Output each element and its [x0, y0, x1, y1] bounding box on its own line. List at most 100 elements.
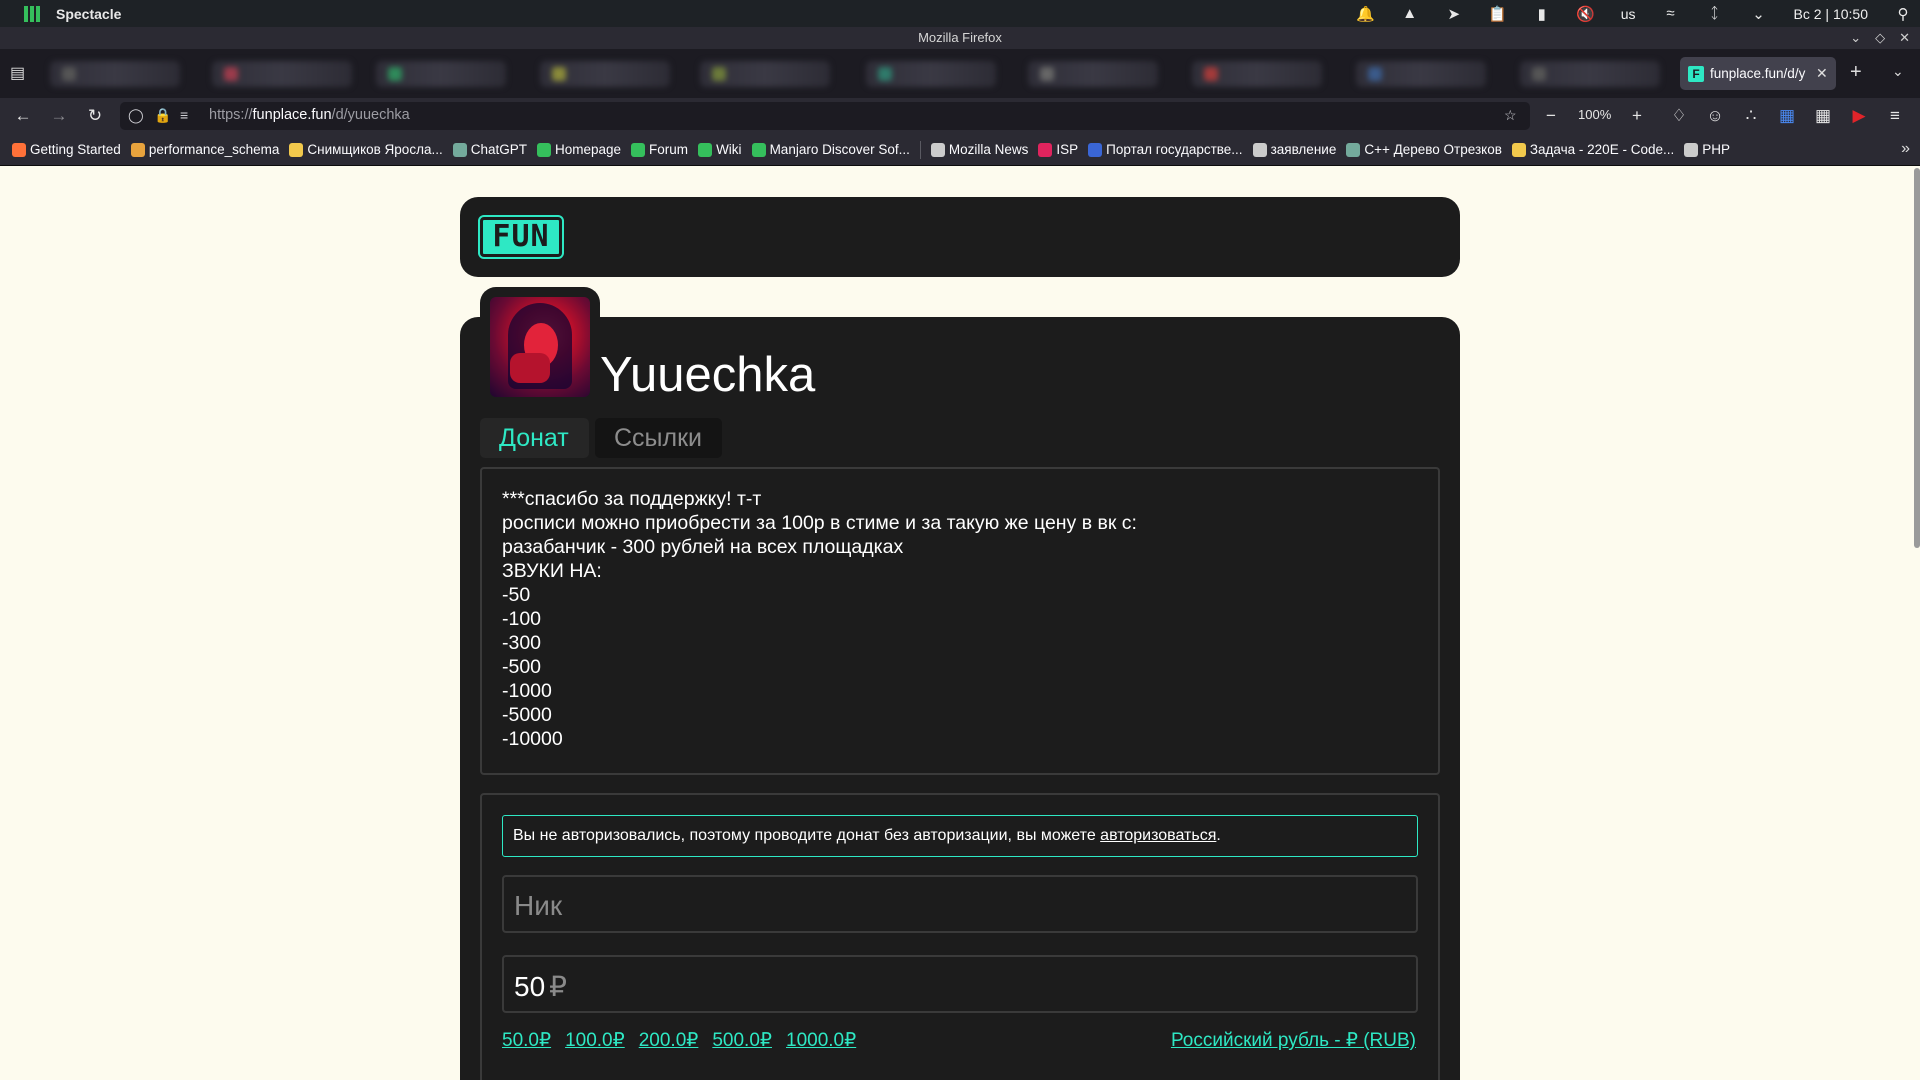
- wifi-icon[interactable]: ≈: [1662, 5, 1680, 23]
- bookmark-item[interactable]: Homepage: [537, 142, 621, 157]
- account-icon[interactable]: ☺: [1704, 105, 1726, 127]
- bookmark-item[interactable]: Getting Started: [12, 142, 121, 157]
- translate-icon[interactable]: ▦: [1776, 105, 1798, 127]
- firefox-view-icon[interactable]: ▤: [10, 63, 30, 83]
- fun-logo[interactable]: FUN: [478, 215, 564, 259]
- reload-icon[interactable]: ↻: [84, 105, 106, 127]
- blurred-tab[interactable]: [50, 61, 180, 87]
- blurred-tab[interactable]: [540, 61, 670, 87]
- keyboard-layout[interactable]: us: [1621, 6, 1636, 22]
- volume-muted-icon[interactable]: 🔇: [1576, 5, 1595, 23]
- list-tabs-icon[interactable]: ⌄: [1892, 63, 1904, 80]
- new-tab-icon[interactable]: +: [1850, 61, 1862, 84]
- window-title: Mozilla Firefox: [918, 30, 1002, 45]
- amount-preset-link[interactable]: 500.0₽: [712, 1029, 772, 1052]
- bookmark-item[interactable]: Forum: [631, 142, 688, 157]
- search-icon[interactable]: ⚲: [1894, 5, 1912, 23]
- blurred-tab[interactable]: [1520, 61, 1660, 87]
- close-tab-icon[interactable]: ✕: [1816, 65, 1828, 82]
- amount-preset-link[interactable]: 50.0₽: [502, 1029, 551, 1052]
- bookmark-item[interactable]: C++ Дерево Отрезков: [1346, 142, 1502, 157]
- extension-dots-icon[interactable]: ∴: [1740, 105, 1762, 127]
- bookmark-item[interactable]: Задача - 220E - Code...: [1511, 142, 1675, 157]
- bookmark-favicon-icon: [698, 142, 713, 157]
- bookmark-label: Wiki: [716, 142, 742, 157]
- notifications-icon[interactable]: 🔔: [1356, 5, 1375, 23]
- currency-selector[interactable]: Российский рубль - ₽ (RUB): [1171, 1029, 1416, 1052]
- bookmark-item[interactable]: PHP: [1684, 142, 1730, 157]
- blurred-tab[interactable]: [1028, 61, 1158, 87]
- extensions-puzzle-icon[interactable]: ▦: [1812, 105, 1834, 127]
- youtube-extension-icon[interactable]: ▶: [1848, 105, 1870, 127]
- forward-icon[interactable]: →: [48, 105, 70, 127]
- bookmark-label: Homepage: [555, 142, 622, 157]
- avatar-frame: [480, 287, 600, 407]
- zoom-out-icon[interactable]: −: [1540, 105, 1562, 127]
- tab-donate[interactable]: Донат: [480, 418, 589, 458]
- bookmark-item[interactable]: Портал государстве...: [1088, 142, 1243, 157]
- bookmark-label: Задача - 220E - Code...: [1529, 142, 1675, 157]
- menu-icon[interactable]: ≡: [1884, 105, 1906, 127]
- minimize-icon[interactable]: ⌄: [1850, 27, 1861, 49]
- bookmark-favicon-icon: [452, 142, 467, 157]
- update-icon[interactable]: ▲: [1401, 5, 1419, 23]
- bookmark-item[interactable]: Wiki: [698, 142, 742, 157]
- active-tab[interactable]: F funplace.fun/d/y ✕: [1680, 57, 1836, 90]
- maximize-icon[interactable]: ◇: [1875, 27, 1885, 49]
- url-text[interactable]: https://funplace.fun/d/yuuechka: [209, 107, 410, 123]
- blurred-tab[interactable]: [1356, 61, 1486, 87]
- amount-preset-link[interactable]: 1000.0₽: [786, 1029, 856, 1052]
- back-icon[interactable]: ←: [12, 105, 34, 127]
- auth-notice-text: Вы не авторизовались, поэтому проводите …: [513, 827, 1101, 844]
- zoom-in-icon[interactable]: +: [1626, 105, 1648, 127]
- login-link[interactable]: авторизоваться: [1100, 827, 1216, 844]
- page-scrollbar[interactable]: [1914, 168, 1920, 548]
- url-bar[interactable]: ◯ 🔒 ≡ https://funplace.fun/d/yuuechka ☆: [120, 102, 1530, 130]
- site-header: FUN: [460, 197, 1460, 277]
- bookmark-item[interactable]: заявление: [1252, 142, 1337, 157]
- blurred-tab[interactable]: [866, 61, 996, 87]
- bookmark-favicon-icon: [930, 142, 945, 157]
- bookmark-favicon-icon: [751, 142, 766, 157]
- tracking-shield-icon[interactable]: ◯: [128, 107, 144, 124]
- bookmark-item[interactable]: ISP: [1038, 142, 1078, 157]
- pocket-icon[interactable]: ♢: [1668, 105, 1690, 127]
- bookmarks-overflow-icon[interactable]: »: [1901, 140, 1910, 158]
- bookmark-item[interactable]: Mozilla News: [930, 142, 1028, 157]
- system-panel: Spectacle 🔔 ▲ ➤ 📋 ▮ 🔇 us ≈ ᛨ ⌄ Вс 2 | 10…: [0, 0, 1920, 27]
- blurred-tab[interactable]: [212, 61, 352, 87]
- permissions-icon[interactable]: ≡: [180, 107, 188, 123]
- tray-expand-icon[interactable]: ⌄: [1750, 5, 1768, 23]
- amount-input[interactable]: 50 ₽: [502, 955, 1418, 1013]
- bookmark-item[interactable]: Снимщиков Яросла...: [289, 142, 443, 157]
- bookmark-label: заявление: [1270, 142, 1337, 157]
- tab-links[interactable]: Ссылки: [595, 418, 722, 458]
- manjaro-logo-icon[interactable]: [24, 5, 40, 22]
- donation-description: ***спасибо за поддержку! т-т росписи можн…: [480, 467, 1440, 775]
- bookmark-label: performance_schema: [148, 142, 280, 157]
- blurred-tab[interactable]: [376, 61, 506, 87]
- bookmark-item[interactable]: performance_schema: [130, 142, 280, 157]
- battery-icon[interactable]: ▮: [1533, 5, 1551, 23]
- bookmark-item[interactable]: Manjaro Discover Sof...: [751, 142, 910, 157]
- bookmark-favicon-icon: [130, 142, 145, 157]
- telegram-icon[interactable]: ➤: [1445, 5, 1463, 23]
- bookmark-star-icon[interactable]: ☆: [1504, 107, 1517, 124]
- close-window-icon[interactable]: ✕: [1899, 27, 1910, 49]
- blurred-tab[interactable]: [1192, 61, 1322, 87]
- bookmark-item[interactable]: ChatGPT: [452, 142, 527, 157]
- amount-preset-link[interactable]: 100.0₽: [565, 1029, 625, 1052]
- zoom-level[interactable]: 100%: [1578, 107, 1611, 122]
- active-app[interactable]: Spectacle: [0, 5, 121, 22]
- clipboard-icon[interactable]: 📋: [1488, 5, 1507, 23]
- tab-strip: ▤ F funplace.fun/d/y ✕ + ⌄: [0, 49, 1920, 98]
- clock[interactable]: Вс 2 | 10:50: [1794, 6, 1868, 22]
- lock-icon[interactable]: 🔒: [154, 107, 171, 124]
- donation-form: Вы не авторизовались, поэтому проводите …: [480, 793, 1440, 1080]
- amount-preset-link[interactable]: 200.0₽: [639, 1029, 699, 1052]
- nick-input[interactable]: Ник: [502, 875, 1418, 933]
- bookmark-label: Manjaro Discover Sof...: [769, 142, 910, 157]
- blurred-tab[interactable]: [700, 61, 830, 87]
- bluetooth-icon[interactable]: ᛨ: [1706, 5, 1724, 23]
- description-line: -300: [502, 632, 542, 654]
